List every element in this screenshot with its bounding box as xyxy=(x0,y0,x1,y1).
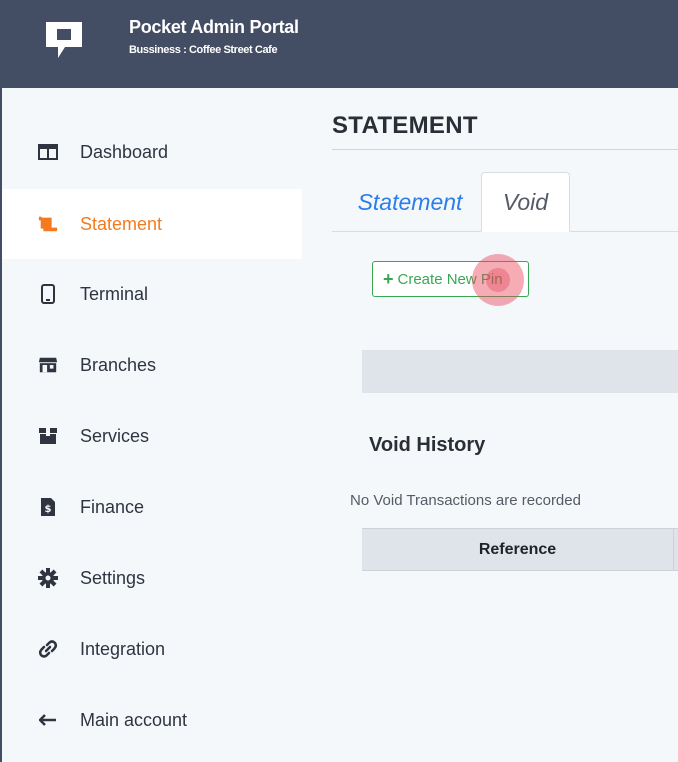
sidebar-item-statement[interactable]: Statement xyxy=(2,189,302,259)
sidebar-item-services[interactable]: Services xyxy=(2,401,302,471)
dashboard-icon xyxy=(38,142,58,162)
sidebar-item-dashboard[interactable]: Dashboard xyxy=(2,117,302,187)
void-empty-message: No Void Transactions are recorded xyxy=(350,492,581,509)
sidebar: Dashboard Statement Terminal Branches Se… xyxy=(0,88,302,762)
sidebar-item-label: Main account xyxy=(80,709,188,730)
sidebar-item-label: Branches xyxy=(80,354,157,375)
sidebar-item-label: Terminal xyxy=(80,283,149,304)
sidebar-item-label: Finance xyxy=(80,496,145,517)
void-history-title: Void History xyxy=(369,434,486,456)
page-title: STATEMENT xyxy=(332,112,478,139)
invoice-icon: $ xyxy=(38,497,58,517)
tab-void[interactable]: Void xyxy=(481,172,570,232)
tab-statement[interactable]: Statement xyxy=(350,172,470,232)
gear-icon xyxy=(38,568,58,588)
arrow-left-icon xyxy=(38,710,58,730)
sidebar-item-integration[interactable]: Integration xyxy=(2,614,302,684)
pin-table-header xyxy=(362,350,678,393)
create-new-pin-button[interactable]: + Create New Pin xyxy=(372,261,529,297)
sidebar-item-label: Integration xyxy=(80,638,166,659)
main-content: STATEMENT Statement Void + Create New Pi… xyxy=(302,88,678,762)
create-new-pin-label: Create New Pin xyxy=(397,270,503,288)
sidebar-item-terminal[interactable]: Terminal xyxy=(2,259,302,329)
sidebar-item-finance[interactable]: $ Finance xyxy=(2,472,302,542)
sidebar-item-label: Services xyxy=(80,425,150,446)
sidebar-item-branches[interactable]: Branches xyxy=(2,330,302,400)
pocket-logo-icon[interactable] xyxy=(44,20,84,60)
svg-text:$: $ xyxy=(45,504,52,515)
link-icon xyxy=(38,639,58,659)
column-separator xyxy=(673,529,674,570)
plus-icon: + xyxy=(383,268,394,289)
sidebar-item-label: Statement xyxy=(80,213,163,234)
void-history-table-header: Reference xyxy=(362,528,678,571)
sidebar-item-settings[interactable]: Settings xyxy=(2,543,302,613)
business-name: Bussiness : Coffee Street Cafe xyxy=(129,44,278,56)
scroll-icon xyxy=(38,214,58,234)
column-header-reference[interactable]: Reference xyxy=(362,529,673,570)
sidebar-item-label: Dashboard xyxy=(80,141,169,162)
sidebar-item-label: Settings xyxy=(80,567,146,588)
app-title: Pocket Admin Portal xyxy=(129,17,299,37)
top-bar: Pocket Admin Portal Bussiness : Coffee S… xyxy=(0,0,678,88)
box-icon xyxy=(38,426,58,446)
title-divider xyxy=(332,149,678,150)
mobile-icon xyxy=(38,284,58,304)
sidebar-item-main-account[interactable]: Main account xyxy=(2,685,302,755)
store-icon xyxy=(38,355,58,375)
